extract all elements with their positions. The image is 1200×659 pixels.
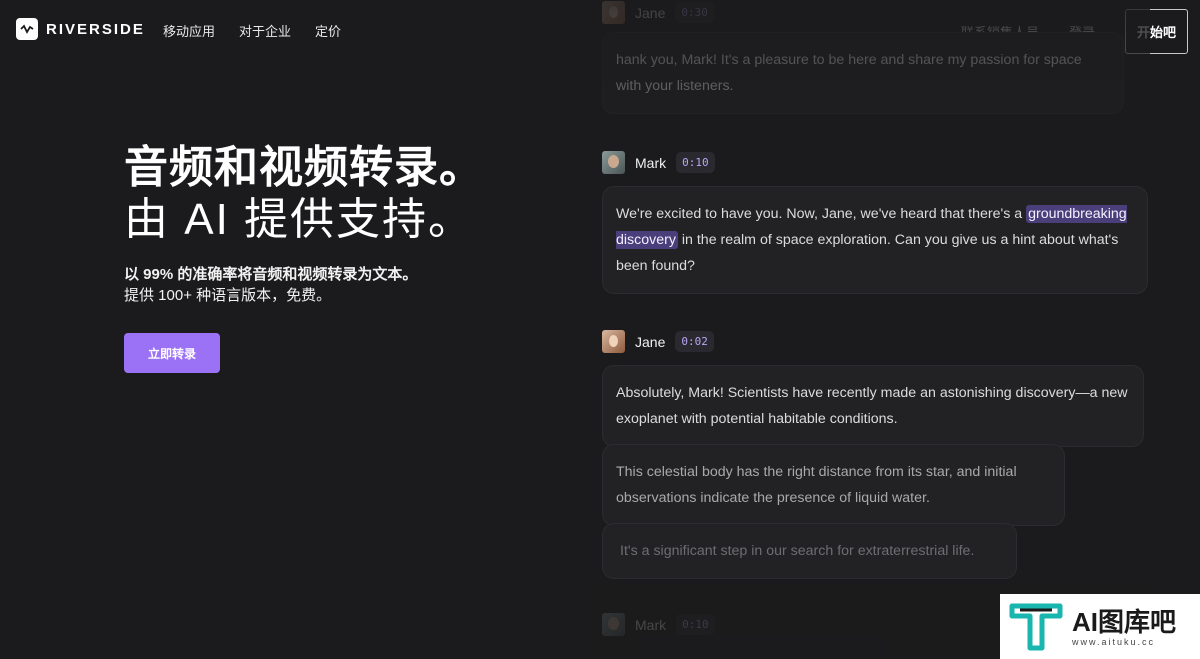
avatar xyxy=(602,1,625,24)
timestamp-badge[interactable]: 0:02 xyxy=(675,331,714,352)
transcript-text: We're excited to have you. Now, Jane, we… xyxy=(616,206,1027,222)
hero-description-line1: 以 99% 的准确率将音频和视频转录为文本。 xyxy=(124,266,418,283)
nav-item-business[interactable]: 对于企业 xyxy=(239,21,291,40)
primary-nav: 移动应用 对于企业 定价 xyxy=(163,21,341,40)
avatar xyxy=(602,330,625,353)
timestamp-badge[interactable]: 0:30 xyxy=(675,2,714,23)
speaker-name: Mark xyxy=(635,154,667,171)
nav-item-pricing[interactable]: 定价 xyxy=(315,21,341,40)
start-button[interactable]: 开始吧 xyxy=(1124,9,1188,54)
transcript-text: It's a significant step in our search fo… xyxy=(620,543,975,559)
transcribe-now-button[interactable]: 立即转录 xyxy=(124,333,220,373)
timestamp-badge[interactable]: 0:10 xyxy=(676,614,715,635)
hero-description-line2: 提供 100+ 种语言版本，免费。 xyxy=(124,287,332,304)
watermark-title: AI图库吧 xyxy=(1072,606,1177,637)
speaker-header-top: Jane 0:30 xyxy=(602,1,714,24)
brand-name: RIVERSIDE xyxy=(46,20,145,38)
speaker-header-mark: Mark 0:10 xyxy=(602,151,715,174)
timestamp-badge[interactable]: 0:10 xyxy=(676,152,715,173)
speaker-header-jane: Jane 0:02 xyxy=(602,330,714,353)
hero-subtitle: 由 AI 提供支持。 xyxy=(124,195,475,244)
avatar xyxy=(602,613,625,636)
speaker-name: Jane xyxy=(635,333,666,350)
transcript-bubble-jane-2: This celestial body has the right distan… xyxy=(602,444,1065,526)
waveform-icon xyxy=(16,18,38,40)
speaker-name: Mark xyxy=(635,616,667,633)
transcript-text: hank you, Mark! It's a pleasure to be he… xyxy=(616,52,1082,94)
transcript-text: Absolutely, Mark! Scientists have recent… xyxy=(616,385,1128,427)
watermark: AI图库吧 www.aituku.cc xyxy=(1000,594,1200,659)
transcript-text: This celestial body has the right distan… xyxy=(616,464,1017,506)
transcript-bubble-jane-1: Absolutely, Mark! Scientists have recent… xyxy=(602,365,1144,447)
hero-title: 音频和视频转录。 xyxy=(124,143,484,192)
hero-description: 以 99% 的准确率将音频和视频转录为文本。 提供 100+ 种语言版本，免费。 xyxy=(124,264,417,306)
speaker-header-bottom: Mark 0:10 xyxy=(602,613,715,636)
nav-item-mobile[interactable]: 移动应用 xyxy=(163,21,215,40)
transcript-bubble-top: hank you, Mark! It's a pleasure to be he… xyxy=(602,32,1124,114)
watermark-url: www.aituku.cc xyxy=(1072,636,1156,647)
avatar xyxy=(602,151,625,174)
transcript-bubble-mark: We're excited to have you. Now, Jane, we… xyxy=(602,186,1148,294)
speaker-name: Jane xyxy=(635,4,666,21)
transcript-text: in the realm of space exploration. Can y… xyxy=(616,232,1119,274)
brand-logo[interactable]: RIVERSIDE xyxy=(16,18,145,40)
aituku-logo-icon xyxy=(1009,603,1063,650)
transcript-bubble-jane-3: It's a significant step in our search fo… xyxy=(602,523,1017,579)
